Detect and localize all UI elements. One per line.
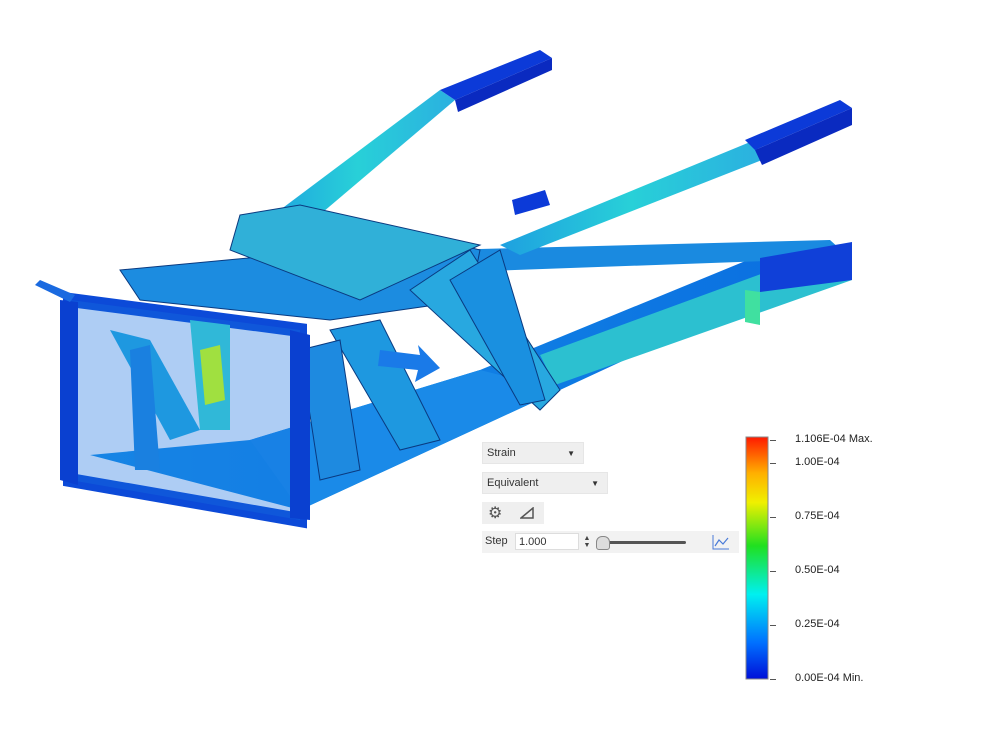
component-dropdown[interactable]: Equivalent ▼ bbox=[482, 472, 608, 494]
result-type-label: Strain bbox=[487, 447, 516, 459]
triangle-probe-icon[interactable] bbox=[520, 507, 534, 519]
legend-color-bar bbox=[745, 436, 769, 680]
component-label: Equivalent bbox=[487, 477, 539, 489]
graph-icon[interactable] bbox=[712, 534, 730, 550]
legend-label-4: 0.25E-04 bbox=[795, 618, 840, 630]
step-label: Step bbox=[485, 535, 508, 547]
legend-label-1: 1.00E-04 bbox=[795, 456, 840, 468]
result-type-dropdown[interactable]: Strain ▼ bbox=[482, 442, 584, 464]
slider-handle[interactable] bbox=[596, 536, 610, 550]
legend-label-2: 0.75E-04 bbox=[795, 510, 840, 522]
legend-max-label: 1.106E-04 Max. bbox=[795, 433, 873, 445]
step-slider[interactable] bbox=[600, 541, 686, 544]
legend-min-label: 0.00E-04 Min. bbox=[795, 672, 864, 684]
chevron-down-icon: ▼ bbox=[567, 448, 575, 458]
chevron-down-icon: ▼ bbox=[591, 478, 599, 488]
model-viewport[interactable] bbox=[0, 0, 995, 736]
legend-label-3: 0.50E-04 bbox=[795, 564, 840, 576]
step-spinner[interactable]: ▲ ▼ bbox=[582, 535, 592, 549]
front-frame bbox=[60, 292, 310, 529]
step-input[interactable]: 1.000 bbox=[515, 533, 579, 550]
gear-icon[interactable]: ⚙ bbox=[488, 503, 502, 523]
step-row: Step 1.000 ▲ ▼ bbox=[482, 531, 739, 553]
tool-row: ⚙ bbox=[482, 502, 544, 524]
